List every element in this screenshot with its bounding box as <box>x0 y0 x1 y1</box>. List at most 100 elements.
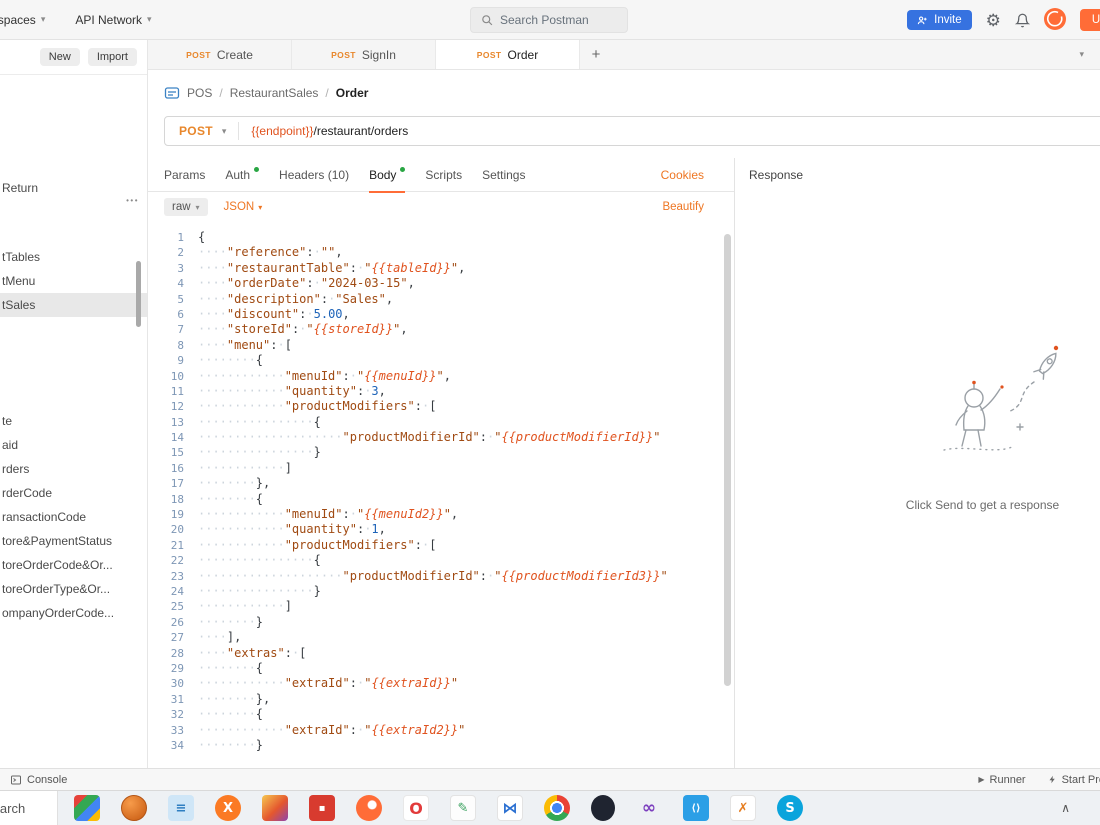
start-proxy-button[interactable]: Start Proxy <box>1048 774 1100 786</box>
code-line[interactable]: 18 ········{ <box>148 492 734 507</box>
code-line[interactable]: 10 ············"menuId":·"{{menuId}}", <box>148 369 734 384</box>
request-section-tab-settings[interactable]: Settings <box>482 158 525 192</box>
basketball-app-icon[interactable] <box>121 795 147 821</box>
opera-icon[interactable]: O <box>403 795 429 821</box>
code-line[interactable]: 12 ············"productModifiers":·[ <box>148 399 734 414</box>
code-line[interactable]: 34 ········} <box>148 738 734 753</box>
xampp-icon[interactable]: X <box>215 795 241 821</box>
vscode-icon[interactable]: ⟨⟩ <box>683 795 709 821</box>
taskbar-search-box[interactable]: Search <box>0 791 58 825</box>
sidebar-item[interactable]: rders <box>0 457 147 481</box>
code-line[interactable]: 11 ············"quantity":·3, <box>148 384 734 399</box>
code-line[interactable]: 23 ····················"productModifierId… <box>148 569 734 584</box>
postman-app-icon[interactable] <box>356 795 382 821</box>
request-section-tab-params[interactable]: Params <box>164 158 205 192</box>
design-app-icon[interactable] <box>262 795 288 821</box>
code-line[interactable]: 22 ················{ <box>148 553 734 568</box>
code-line[interactable]: 21 ············"productModifiers":·[ <box>148 538 734 553</box>
code-line[interactable]: 24 ················} <box>148 584 734 599</box>
code-line[interactable]: 27 ····], <box>148 630 734 645</box>
global-search-input[interactable]: Search Postman <box>470 7 628 33</box>
open-tab-create[interactable]: POST Create <box>148 40 292 69</box>
sidebar-item[interactable]: toreOrderType&Or... <box>0 577 147 601</box>
code-line[interactable]: 4 ····"orderDate":·"2024-03-15", <box>148 276 734 291</box>
code-line[interactable]: 7 ····"storeId":·"{{storeId}}", <box>148 322 734 337</box>
chrome-icon[interactable] <box>544 795 570 821</box>
code-line[interactable]: 5 ····"description":·"Sales", <box>148 292 734 307</box>
code-line[interactable]: 1{ <box>148 230 734 245</box>
cookies-link[interactable]: Cookies <box>661 168 704 182</box>
sidebar-item[interactable]: toreOrderCode&Or... <box>0 553 147 577</box>
code-line[interactable]: 2 ····"reference":·"", <box>148 245 734 260</box>
open-tab-order[interactable]: POST Order <box>436 40 580 69</box>
sidebar-item[interactable]: tTables <box>0 245 147 269</box>
request-section-tab-scripts[interactable]: Scripts <box>425 158 462 192</box>
settings-button[interactable]: ⚙ <box>986 12 1001 29</box>
body-format-dropdown[interactable]: raw ▾ <box>164 198 208 216</box>
tool-app-icon[interactable]: ✗ <box>730 795 756 821</box>
visual-studio-icon[interactable]: ∞ <box>636 795 662 821</box>
notifications-button[interactable] <box>1014 13 1030 28</box>
request-section-tab-body[interactable]: Body <box>369 158 406 193</box>
code-line[interactable]: 26 ········} <box>148 615 734 630</box>
code-line[interactable]: 20 ············"quantity":·1, <box>148 522 734 537</box>
open-tab-signin[interactable]: POST SignIn <box>292 40 436 69</box>
code-line[interactable]: 32 ········{ <box>148 707 734 722</box>
code-line[interactable]: 31 ········}, <box>148 692 734 707</box>
new-button[interactable]: New <box>39 48 80 66</box>
sidebar-scrollbar[interactable] <box>136 261 141 327</box>
beautify-link[interactable]: Beautify <box>662 201 704 213</box>
sidebar-item[interactable]: ransactionCode <box>0 505 147 529</box>
editor-scrollbar[interactable] <box>724 234 731 686</box>
code-line[interactable]: 3 ····"restaurantTable":·"{{tableId}}", <box>148 261 734 276</box>
new-tab-button[interactable]: + <box>580 40 612 69</box>
code-line[interactable]: 29 ········{ <box>148 661 734 676</box>
code-line[interactable]: 8 ····"menu":·[ <box>148 338 734 353</box>
api-network-menu[interactable]: API Network ▾ <box>75 13 151 27</box>
breadcrumb-folder[interactable]: RestaurantSales <box>230 86 319 100</box>
method-dropdown[interactable]: POST ▾ <box>165 124 238 138</box>
sidebar-item[interactable]: tSales <box>0 293 147 317</box>
code-line[interactable]: 19 ············"menuId":·"{{menuId2}}", <box>148 507 734 522</box>
red-app-icon[interactable]: ▪ <box>309 795 335 821</box>
sidebar-item[interactable]: te <box>0 409 147 433</box>
code-line[interactable]: 28 ····"extras":·[ <box>148 646 734 661</box>
console-toggle[interactable]: Console <box>10 774 67 786</box>
taskbar-tray-chevron[interactable]: ∧ <box>1061 801 1070 815</box>
body-language-dropdown[interactable]: JSON ▾ <box>224 201 263 213</box>
more-actions-icon[interactable]: ••• <box>126 196 139 205</box>
code-line[interactable]: 16 ············] <box>148 461 734 476</box>
url-input[interactable]: {{endpoint}}/restaurant/orders <box>239 124 408 138</box>
upgrade-button[interactable]: Upgrade <box>1079 9 1100 31</box>
code-line[interactable]: 9 ········{ <box>148 353 734 368</box>
dark-app-icon[interactable] <box>591 795 615 821</box>
sidebar-item[interactable]: tMenu <box>0 269 147 293</box>
code-line[interactable]: 6 ····"discount":·5.00, <box>148 307 734 322</box>
runner-button[interactable]: ▶ Runner <box>978 774 1025 786</box>
request-section-tab-headers10[interactable]: Headers (10) <box>279 158 349 192</box>
body-code-editor[interactable]: 1{2 ····"reference":·"", 3 ····"restaurantT… <box>148 222 734 768</box>
breadcrumb-collection[interactable]: POS <box>187 86 212 100</box>
sidebar-item[interactable]: Return <box>0 176 147 200</box>
tabs-menu-chevron[interactable]: ▾ <box>1079 40 1100 69</box>
code-line[interactable]: 25 ············] <box>148 599 734 614</box>
workspaces-menu[interactable]: Workspaces ▾ <box>0 13 45 27</box>
sidebar-item[interactable]: aid <box>0 433 147 457</box>
code-line[interactable]: 14 ····················"productModifierId… <box>148 430 734 445</box>
code-line[interactable]: 30 ············"extraId":·"{{extraId}}" <box>148 676 734 691</box>
code-line[interactable]: 15 ················} <box>148 445 734 460</box>
documents-app-icon[interactable]: ≡ <box>168 795 194 821</box>
sidebar-item[interactable]: ompanyOrderCode... <box>0 601 147 625</box>
skype-icon[interactable]: S <box>777 795 803 821</box>
request-section-tab-auth[interactable]: Auth <box>225 158 260 192</box>
blue-x-app-icon[interactable]: ⋈ <box>497 795 523 821</box>
code-line[interactable]: 13 ················{ <box>148 415 734 430</box>
import-button[interactable]: Import <box>87 48 137 66</box>
task-view-icon[interactable] <box>74 795 100 821</box>
code-line[interactable]: 17 ········}, <box>148 476 734 491</box>
sidebar-item[interactable]: tore&PaymentStatus <box>0 529 147 553</box>
code-line[interactable]: 33 ············"extraId":·"{{extraId2}}" <box>148 723 734 738</box>
image-editor-icon[interactable]: ✎ <box>450 795 476 821</box>
sidebar-item[interactable]: rderCode <box>0 481 147 505</box>
invite-button[interactable]: Invite <box>907 10 972 30</box>
